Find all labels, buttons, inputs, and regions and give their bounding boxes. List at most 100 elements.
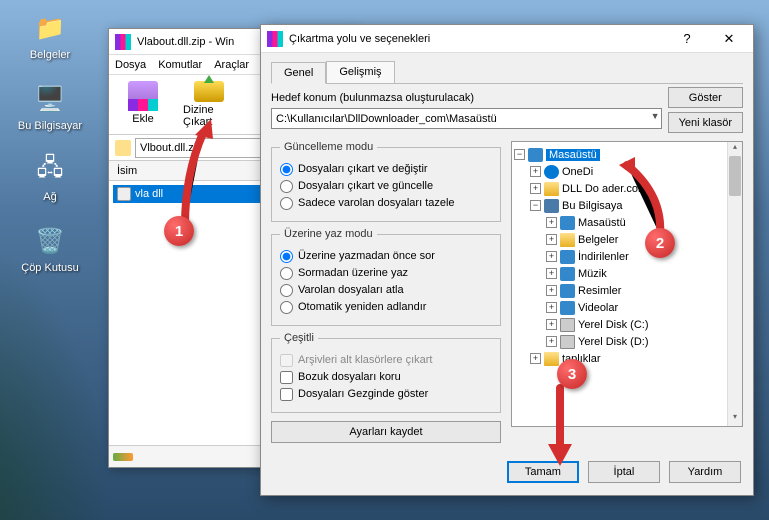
dll-file-icon bbox=[117, 187, 131, 201]
desktop-icon-computer[interactable]: 🖥️ Bu Bilgisayar bbox=[15, 81, 85, 132]
check-keep-broken[interactable]: Bozuk dosyaları koru bbox=[280, 370, 492, 384]
tree-item-downloads[interactable]: +İndirilenler bbox=[514, 248, 740, 265]
tree-item-pc-desktop[interactable]: +Masaüstü bbox=[514, 214, 740, 231]
new-folder-button[interactable]: Yeni klasör bbox=[668, 112, 743, 133]
destination-path-input[interactable] bbox=[271, 108, 662, 129]
overwrite-mode-legend: Üzerine yaz modu bbox=[280, 228, 377, 240]
add-archive-icon bbox=[128, 81, 158, 111]
expand-icon[interactable]: + bbox=[546, 319, 557, 330]
radio-auto-rename[interactable]: Otomatik yeniden adlandır bbox=[280, 300, 492, 314]
update-mode-legend: Güncelleme modu bbox=[280, 141, 377, 153]
up-folder-icon[interactable] bbox=[115, 140, 131, 156]
tree-scrollbar[interactable]: ▴ ▾ bbox=[727, 142, 742, 426]
radio-extract-update[interactable]: Dosyaları çıkart ve güncelle bbox=[280, 179, 492, 193]
expand-icon[interactable]: + bbox=[546, 302, 557, 313]
expand-icon[interactable]: + bbox=[530, 353, 541, 364]
options-column: Güncelleme modu Dosyaları çıkart ve deği… bbox=[271, 141, 501, 443]
tree-item-this-pc[interactable]: −Bu Bilgisaya bbox=[514, 197, 740, 214]
dialog-tabs: Genel Gelişmiş bbox=[271, 61, 743, 84]
libraries-icon bbox=[544, 352, 559, 366]
disk-icon bbox=[560, 318, 575, 332]
menu-commands[interactable]: Komutlar bbox=[158, 59, 202, 71]
radio-freshen-existing[interactable]: Sadece varolan dosyaları tazele bbox=[280, 196, 492, 210]
network-icon: 🖧 bbox=[32, 152, 68, 188]
tree-item-desktop[interactable]: −Masaüstü bbox=[514, 146, 740, 163]
scroll-down-icon[interactable]: ▾ bbox=[728, 412, 742, 426]
expand-icon[interactable]: + bbox=[546, 234, 557, 245]
collapse-icon[interactable]: − bbox=[514, 149, 525, 160]
chevron-down-icon[interactable]: ▼ bbox=[651, 111, 660, 121]
expand-icon[interactable]: + bbox=[530, 166, 541, 177]
overwrite-mode-group: Üzerine yaz modu Üzerine yazmadan önce s… bbox=[271, 228, 501, 326]
tree-item-documents[interactable]: +Belgeler bbox=[514, 231, 740, 248]
onedrive-icon bbox=[544, 165, 559, 179]
radio-overwrite-silent[interactable]: Sormadan üzerine yaz bbox=[280, 266, 492, 280]
tree-item-onedrive[interactable]: +OneDi bbox=[514, 163, 740, 180]
expand-icon[interactable]: + bbox=[546, 285, 557, 296]
computer-icon bbox=[544, 199, 559, 213]
tree-item-music[interactable]: +Müzik bbox=[514, 265, 740, 282]
videos-icon bbox=[560, 301, 575, 315]
scroll-thumb[interactable] bbox=[729, 156, 741, 196]
desktop-icon bbox=[528, 148, 543, 162]
expand-icon[interactable]: + bbox=[546, 217, 557, 228]
desktop-icon-documents[interactable]: 📁 Belgeler bbox=[15, 10, 85, 61]
desktop-icon-label: Bu Bilgisayar bbox=[18, 120, 82, 132]
pictures-icon bbox=[560, 284, 575, 298]
save-settings-button[interactable]: Ayarları kaydet bbox=[271, 421, 501, 443]
winrar-icon bbox=[267, 31, 283, 47]
folder-tree[interactable]: −Masaüstü +OneDi +DLL Do ader.com −Bu Bi… bbox=[511, 141, 743, 427]
downloads-icon bbox=[560, 250, 575, 264]
disk-icon bbox=[560, 335, 575, 349]
menu-tools[interactable]: Araçlar bbox=[214, 59, 249, 71]
expand-icon[interactable]: + bbox=[546, 336, 557, 347]
tab-general[interactable]: Genel bbox=[271, 62, 326, 84]
dialog-footer: Tamam İptal Yardım bbox=[261, 451, 753, 493]
check-show-in-explorer[interactable]: Dosyaları Gezginde göster bbox=[280, 387, 492, 401]
close-button[interactable]: ✕ bbox=[711, 28, 747, 50]
toolbar-extract-button[interactable]: Dizine Çıkart bbox=[181, 79, 237, 130]
winrar-icon bbox=[115, 34, 131, 50]
toolbar-extract-label: Dizine Çıkart bbox=[183, 104, 235, 128]
cancel-button[interactable]: İptal bbox=[588, 461, 660, 483]
tree-item-videos[interactable]: +Videolar bbox=[514, 299, 740, 316]
collapse-icon[interactable]: − bbox=[530, 200, 541, 211]
tree-item-disk-c[interactable]: +Yerel Disk (C:) bbox=[514, 316, 740, 333]
check-extract-subfolders[interactable]: Arşivleri alt klasörlere çıkart bbox=[280, 353, 492, 367]
extract-icon bbox=[194, 81, 224, 102]
help-button[interactable]: Yardım bbox=[669, 461, 741, 483]
expand-icon[interactable]: + bbox=[530, 183, 541, 194]
expand-icon[interactable]: + bbox=[546, 268, 557, 279]
toolbar-add-button[interactable]: Ekle bbox=[115, 79, 171, 130]
tree-item-disk-d[interactable]: +Yerel Disk (D:) bbox=[514, 333, 740, 350]
desktop-icon-label: Ağ bbox=[43, 191, 56, 203]
update-mode-group: Güncelleme modu Dosyaları çıkart ve deği… bbox=[271, 141, 501, 222]
desktop-icon-recycle[interactable]: 🗑️ Çöp Kutusu bbox=[15, 223, 85, 274]
show-button[interactable]: Göster bbox=[668, 87, 743, 108]
tree-item-libraries[interactable]: +taplıklar bbox=[514, 350, 740, 367]
misc-legend: Çeşitli bbox=[280, 332, 318, 344]
column-name: İsim bbox=[117, 165, 137, 177]
tree-item-pictures[interactable]: +Resimler bbox=[514, 282, 740, 299]
scroll-up-icon[interactable]: ▴ bbox=[728, 142, 742, 156]
tree-item-dll-folder[interactable]: +DLL Do ader.com bbox=[514, 180, 740, 197]
help-titlebar-button[interactable]: ? bbox=[669, 28, 705, 50]
computer-icon: 🖥️ bbox=[32, 81, 68, 117]
desktop-icon-network[interactable]: 🖧 Ağ bbox=[15, 152, 85, 203]
radio-skip-existing[interactable]: Varolan dosyaları atla bbox=[280, 283, 492, 297]
radio-ask-before-overwrite[interactable]: Üzerine yazmadan önce sor bbox=[280, 249, 492, 263]
tab-advanced[interactable]: Gelişmiş bbox=[326, 61, 394, 83]
toolbar-add-label: Ekle bbox=[132, 113, 153, 125]
dialog-titlebar[interactable]: Çıkartma yolu ve seçenekleri ? ✕ bbox=[261, 25, 753, 53]
expand-icon[interactable]: + bbox=[546, 251, 557, 262]
desktop-icon-label: Çöp Kutusu bbox=[21, 262, 78, 274]
recycle-icon: 🗑️ bbox=[32, 223, 68, 259]
folder-icon: 📁 bbox=[32, 10, 68, 46]
ok-button[interactable]: Tamam bbox=[507, 461, 579, 483]
radio-extract-replace[interactable]: Dosyaları çıkart ve değiştir bbox=[280, 162, 492, 176]
extract-dialog: Çıkartma yolu ve seçenekleri ? ✕ Genel G… bbox=[260, 24, 754, 496]
menu-file[interactable]: Dosya bbox=[115, 59, 146, 71]
user-folder-icon bbox=[544, 182, 559, 196]
misc-group: Çeşitli Arşivleri alt klasörlere çıkart … bbox=[271, 332, 501, 413]
dialog-body: Genel Gelişmiş Hedef konum (bulunmazsa o… bbox=[261, 53, 753, 451]
